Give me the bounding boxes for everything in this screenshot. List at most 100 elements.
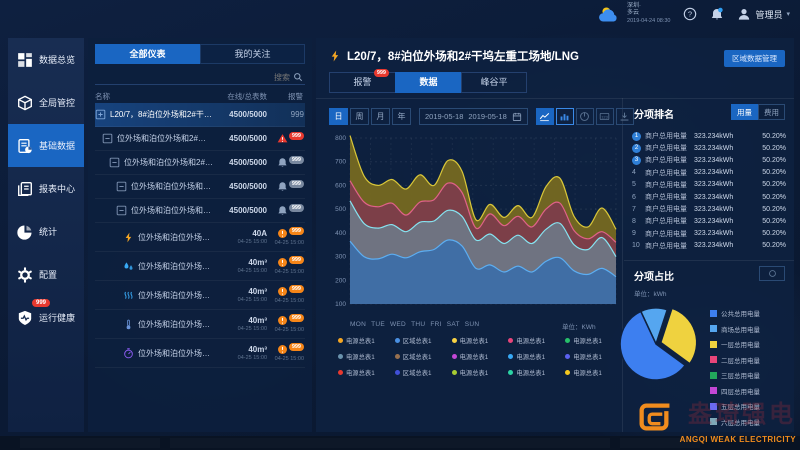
ranking-rank: 2 xyxy=(632,144,645,153)
ranking-row[interactable]: 9商户总用电量323.234kWh50.20% xyxy=(632,228,786,240)
search-bar xyxy=(95,70,305,85)
list-item[interactable]: 位外场和泊位外场和2#干坞左一号所…40m³04-25 15:0099904-2… xyxy=(95,339,305,368)
svg-text:400: 400 xyxy=(335,230,346,237)
date-end: 2019-05-18 xyxy=(468,112,506,121)
main-panel: L20/7，8#泊位外场和2#干坞左重工场地/LNG 区域数据管理 报警999数… xyxy=(316,38,794,432)
legend-item[interactable]: 电源总表1 xyxy=(452,352,507,361)
legend-item[interactable]: 电源总表1 xyxy=(508,352,563,361)
x-axis-label: WED xyxy=(390,321,406,328)
ranking-toggle-1[interactable]: 费用 xyxy=(758,104,785,120)
legend-item[interactable]: 电源总表1 xyxy=(508,368,563,377)
ranking-rank: 4 xyxy=(632,169,645,176)
ranking-row[interactable]: 6商户总用电量323.234kWh50.20% xyxy=(632,191,786,203)
main-tab-0[interactable]: 报警999 xyxy=(329,72,395,93)
ranking-rank: 10 xyxy=(632,242,645,249)
ranking-row[interactable]: 10商户总用电量323.234kWh50.20% xyxy=(632,240,786,252)
download-tool-button[interactable] xyxy=(616,108,634,125)
meter-alarm-col: 999 xyxy=(267,205,305,216)
alarm-badge: 999 xyxy=(374,69,389,77)
date-range-picker[interactable]: 2019-05-18 2019-05-18 xyxy=(419,108,528,125)
list-tab-1[interactable]: 我的关注 xyxy=(200,44,305,64)
legend-dot xyxy=(508,338,513,343)
ranking-row[interactable]: 5商户总用电量323.234kWh50.20% xyxy=(632,179,786,191)
sidebar-item-stats[interactable]: 统计 xyxy=(8,210,84,253)
divider xyxy=(316,98,794,99)
legend-item[interactable]: 电源总表1 xyxy=(508,336,563,345)
gear-icon xyxy=(17,267,33,283)
list-item[interactable]: 位外场和泊位外场和2#干坞左一号所重工场…4500/5000999 xyxy=(95,127,305,151)
alarm-badge: 999 xyxy=(289,314,304,322)
list-item[interactable]: 位外场和泊位外场和2#干坞左一号所…40m³04-25 15:0099904-2… xyxy=(95,252,305,281)
thermo-icon xyxy=(123,319,134,330)
legend-item[interactable]: 区域总表1 xyxy=(395,336,450,345)
chart-controls: 日周月年 2019-05-18 2019-05-18 123 xyxy=(329,108,634,125)
granularity-2[interactable]: 月 xyxy=(371,108,390,125)
granularity-1[interactable]: 周 xyxy=(350,108,369,125)
sidebar-item-global[interactable]: 全局管控 xyxy=(8,81,84,124)
line-chart-tool-button[interactable] xyxy=(536,108,554,125)
list-item[interactable]: 位外场和泊位外场和2#干坞左一号所重工…4500/5000999 xyxy=(95,151,305,175)
notification-bell-icon[interactable] xyxy=(710,7,724,21)
list-item[interactable]: 位外场和泊位外场和2#干坞左一号所日…4500/5000999 xyxy=(95,175,305,199)
number-card-tool-button[interactable]: 123 xyxy=(596,108,614,125)
ranking-row[interactable]: 1商户总用电量323.234kWh50.20% xyxy=(632,130,786,142)
ranking-row[interactable]: 7商户总用电量323.234kWh50.20% xyxy=(632,203,786,215)
sidebar-item-report[interactable]: 报表中心 xyxy=(8,167,84,210)
legend-item[interactable]: 电源总表1 xyxy=(338,368,393,377)
main-tab-2[interactable]: 峰谷平 xyxy=(461,72,527,93)
list-tab-0[interactable]: 全部仪表 xyxy=(95,44,200,64)
brand-chinese-watermark: 盎琦强电 xyxy=(688,394,796,429)
legend-item[interactable]: 区域总表1 xyxy=(395,352,450,361)
ranking-rank-badge: 3 xyxy=(632,156,641,165)
help-icon[interactable]: ? xyxy=(683,7,697,21)
sidebar-item-label: 基础数据 xyxy=(39,139,75,152)
legend-item[interactable]: 区域总表1 xyxy=(395,368,450,377)
meter-alarm-col: 99904-25 15:00 xyxy=(267,257,305,275)
weather-condition: 多云 xyxy=(627,10,670,17)
list-item[interactable]: 位外场和泊位外场和2#干坞左一号所…40m³04-25 15:0099904-2… xyxy=(95,310,305,339)
ranking-row[interactable]: 2商户总用电量323.234kWh50.20% xyxy=(632,142,786,154)
main-tab-1[interactable]: 数据 xyxy=(395,72,461,93)
pie-legend-item[interactable]: 公共总用电量 xyxy=(710,308,760,318)
sidebar-item-config[interactable]: 配置 xyxy=(8,253,84,296)
bar-chart-tool-button[interactable] xyxy=(556,108,574,125)
legend-label: 电源总表1 xyxy=(346,336,375,345)
pie-legend-item[interactable]: 一层总用电量 xyxy=(710,339,760,349)
granularity-3[interactable]: 年 xyxy=(392,108,411,125)
list-item[interactable]: 位外场和泊位外场和2#干坞左一号所…40A04-25 15:0099904-25… xyxy=(95,223,305,252)
sidebar-item-health[interactable]: 999运行健康 xyxy=(8,296,84,339)
alarm-indicator: 999 xyxy=(291,110,304,119)
legend-item[interactable]: 电源总表1 xyxy=(452,368,507,377)
legend-item[interactable]: 电源总表1 xyxy=(338,336,393,345)
ranking-row[interactable]: 4商户总用电量323.234kWh50.20% xyxy=(632,167,786,179)
sidebar-item-basic[interactable]: 基础数据 xyxy=(8,124,84,167)
granularity-0[interactable]: 日 xyxy=(329,108,348,125)
meter-label: 位外场和泊位外场和2#干坞左一号所日… xyxy=(131,181,213,192)
plus-square-icon xyxy=(95,109,106,120)
list-item[interactable]: 位外场和泊位外场和2#干坞左一号所…40m³04-25 15:0099904-2… xyxy=(95,281,305,310)
meter-time: 04-25 15:00 xyxy=(238,355,267,361)
pie-legend-item[interactable]: 商场总用电量 xyxy=(710,324,760,334)
meter-value: 4500/5000 xyxy=(229,182,267,191)
ranking-row[interactable]: 3商户总用电量323.234kWh50.20% xyxy=(632,154,786,166)
pie-legend-item[interactable]: 三层总用电量 xyxy=(710,370,760,380)
ranking-row[interactable]: 8商户总用电量323.234kWh50.20% xyxy=(632,215,786,227)
ranking-toggle-0[interactable]: 用量 xyxy=(731,104,758,120)
meter-alarm-col: 999 xyxy=(267,133,305,144)
ranking-rank: 3 xyxy=(632,156,645,165)
legend-item[interactable]: 电源总表1 xyxy=(338,352,393,361)
alarm-circle-icon xyxy=(277,344,288,355)
ranking-value: 323.234kWh xyxy=(694,242,750,249)
search-icon[interactable] xyxy=(293,72,303,82)
search-input[interactable] xyxy=(220,73,290,82)
pie-chart-tool-button[interactable] xyxy=(576,108,594,125)
pie-section-toggle-button[interactable] xyxy=(759,266,785,281)
region-data-button[interactable]: 区域数据管理 xyxy=(724,50,785,67)
list-item[interactable]: L20/7，8#泊位外场和2#干坞左重工场地/LNG4500/5000999 xyxy=(95,103,305,127)
user-menu[interactable]: 管理员 ▾ xyxy=(737,7,790,21)
page-title-row: L20/7，8#泊位外场和2#干坞左重工场地/LNG xyxy=(329,48,579,64)
sidebar-item-overview[interactable]: 数据总览 xyxy=(8,38,84,81)
list-item[interactable]: 位外场和泊位外场和2#干坞左一号所…4500/5000999 xyxy=(95,199,305,223)
legend-item[interactable]: 电源总表1 xyxy=(452,336,507,345)
pie-legend-item[interactable]: 二层总用电量 xyxy=(710,355,760,365)
